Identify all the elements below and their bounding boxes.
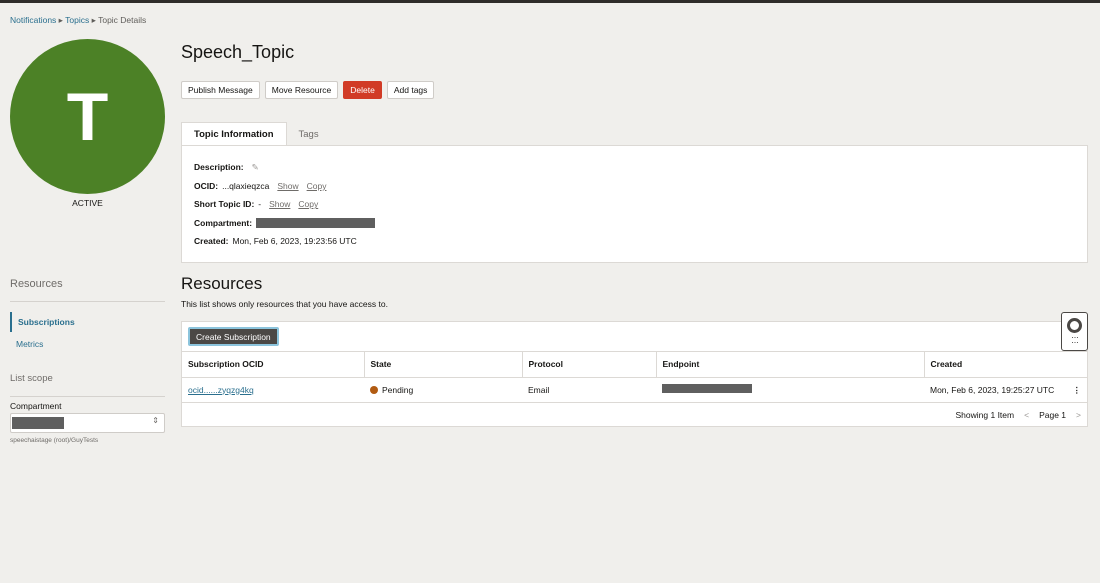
col-ocid[interactable]: Subscription OCID xyxy=(182,352,365,378)
subscriptions-table: Subscription OCID State Protocol Endpoin… xyxy=(182,352,1087,403)
breadcrumb-current: Topic Details xyxy=(98,15,147,25)
divider xyxy=(10,396,165,397)
short-id-value: - xyxy=(258,199,262,210)
prev-page-icon[interactable]: < xyxy=(1024,410,1029,420)
create-subscription-button[interactable]: Create Subscription xyxy=(188,327,279,346)
endpoint-redacted xyxy=(662,384,752,393)
pending-status-icon xyxy=(370,385,378,394)
compartment-redacted xyxy=(256,217,376,228)
breadcrumb: Notifications ▸ Topics ▸ Topic Details xyxy=(10,15,147,25)
compartment-select-label: Compartment xyxy=(10,401,62,411)
topic-info-panel: Description: ✎ OCID: ...qlaxieqzca Show Copy… xyxy=(181,145,1088,263)
ocid-value: ...qlaxieqzca xyxy=(222,180,270,191)
showing-count: Showing 1 Item xyxy=(955,410,1015,420)
col-state[interactable]: State xyxy=(364,352,523,378)
add-tags-button[interactable]: Add tags xyxy=(386,81,435,99)
sidebar-resources-title: Resources xyxy=(10,278,63,290)
sidebar-item-subscriptions[interactable]: Subscriptions xyxy=(10,312,81,332)
top-bar xyxy=(0,0,1100,3)
tabs: Topic Information Tags xyxy=(181,122,331,146)
col-protocol[interactable]: Protocol xyxy=(522,352,657,378)
delete-button[interactable]: Delete xyxy=(343,81,382,99)
ocid-copy-link[interactable]: Copy xyxy=(307,181,327,191)
tab-topic-information[interactable]: Topic Information xyxy=(181,122,287,146)
resources-subtitle: This list shows only resources that you … xyxy=(181,299,388,309)
edit-pencil-icon[interactable]: ✎ xyxy=(252,162,259,173)
created-value: Mon, Feb 6, 2023, 19:23:56 UTC xyxy=(232,236,357,247)
subscription-ocid-link[interactable]: ocid......zyqzg4kq xyxy=(188,385,254,395)
col-endpoint[interactable]: Endpoint xyxy=(656,352,925,378)
select-chevron-icon: ⇕ xyxy=(152,416,159,425)
table-row: ocid......zyqzg4kq Pending Email Mon, Fe… xyxy=(182,377,1087,403)
tab-tags[interactable]: Tags xyxy=(287,122,331,146)
compartment-select[interactable]: ⇕ xyxy=(10,413,165,433)
action-buttons: Publish Message Move Resource Delete Add… xyxy=(181,81,435,99)
move-resource-button[interactable]: Move Resource xyxy=(264,81,339,99)
compartment-path: speechaistage (root)/GuyTests xyxy=(10,437,99,444)
description-label: Description: xyxy=(194,162,244,173)
page-title: Speech_Topic xyxy=(181,42,295,62)
page-number: Page 1 xyxy=(1039,410,1067,420)
compartment-redacted xyxy=(12,417,64,429)
compartment-label: Compartment: xyxy=(194,217,253,228)
grid-dots-icon: ⋯ ⋯ xyxy=(1071,334,1079,347)
lifebuoy-icon xyxy=(1067,317,1082,333)
created-value: Mon, Feb 6, 2023, 19:25:27 UTC xyxy=(930,384,1055,395)
ocid-label: OCID: xyxy=(194,180,219,191)
state-value: Pending xyxy=(382,384,414,395)
sidebar-item-metrics[interactable]: Metrics xyxy=(10,339,43,349)
short-id-show-link[interactable]: Show xyxy=(269,199,290,209)
divider xyxy=(10,301,165,302)
breadcrumb-notifications[interactable]: Notifications xyxy=(10,15,56,25)
list-scope-title: List scope xyxy=(10,373,53,384)
ocid-show-link[interactable]: Show xyxy=(277,181,298,191)
breadcrumb-topics[interactable]: Topics xyxy=(65,15,89,25)
col-created[interactable]: Created xyxy=(924,352,1087,378)
subscriptions-table-panel: Create Subscription Subscription OCID St… xyxy=(181,321,1088,427)
short-id-label: Short Topic ID: xyxy=(194,199,255,210)
created-label: Created: xyxy=(194,236,229,247)
short-id-copy-link[interactable]: Copy xyxy=(298,199,318,209)
topic-avatar: T xyxy=(10,39,165,194)
next-page-icon[interactable]: > xyxy=(1076,410,1081,420)
publish-message-button[interactable]: Publish Message xyxy=(181,81,260,99)
resources-title: Resources xyxy=(181,274,263,293)
row-actions-kebab-icon[interactable]: ⋮ xyxy=(1073,385,1082,396)
status-label: ACTIVE xyxy=(72,198,103,208)
protocol-value: Email xyxy=(522,377,656,403)
help-widget[interactable]: ⋯ ⋯ xyxy=(1061,312,1088,351)
